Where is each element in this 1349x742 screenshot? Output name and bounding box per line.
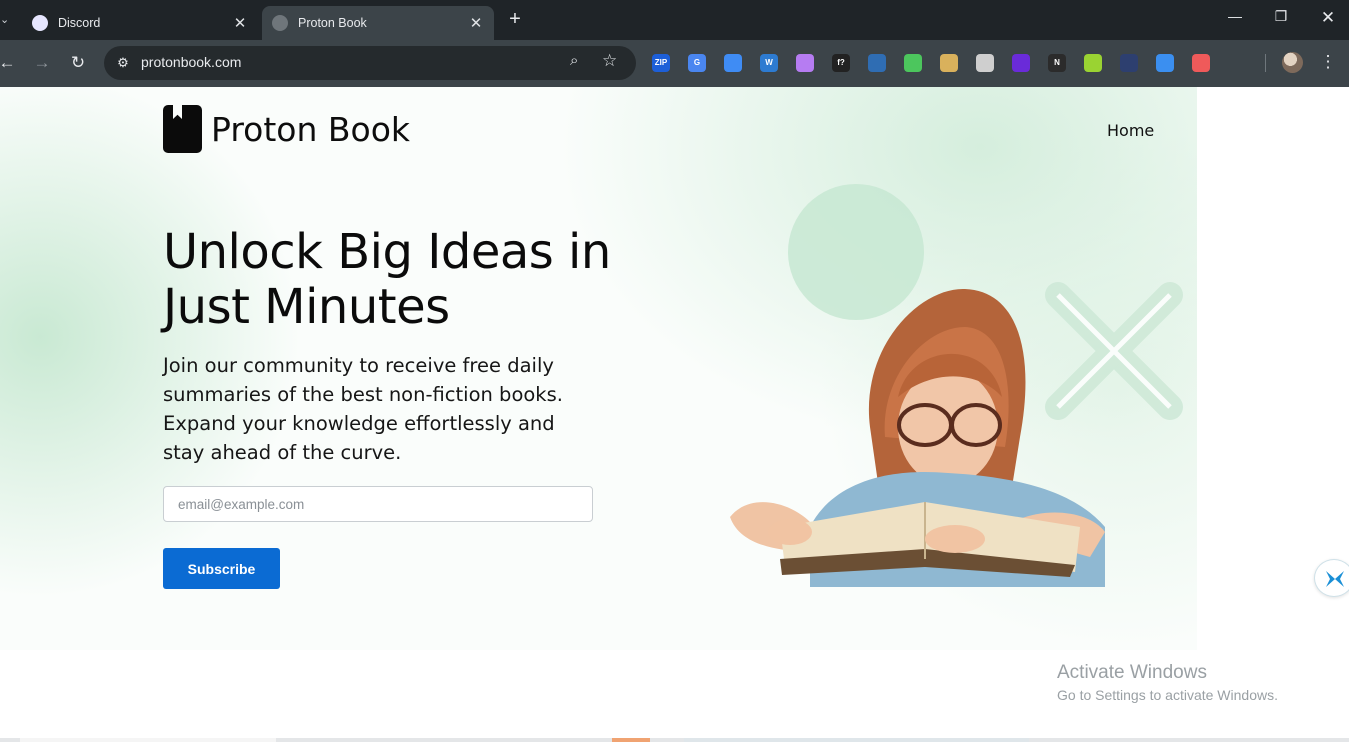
hero-section: Proton Book Home Unlock Big Ideas in Jus… xyxy=(0,87,1197,650)
minimize-icon[interactable]: — xyxy=(1220,8,1250,24)
camera-icon[interactable] xyxy=(976,54,994,72)
menu-dots-icon[interactable]: ⋮ xyxy=(1318,52,1338,72)
back-icon[interactable]: ← xyxy=(0,52,18,74)
windows-activation-watermark: Activate Windows Go to Settings to activ… xyxy=(1057,661,1278,705)
girl-reading-book-image xyxy=(730,288,1105,587)
zip-icon[interactable]: ZIP xyxy=(652,54,670,72)
pen-icon[interactable] xyxy=(796,54,814,72)
email-input[interactable] xyxy=(163,486,593,522)
url-text[interactable]: protonbook.com xyxy=(141,54,241,70)
green-ball-icon[interactable] xyxy=(904,54,922,72)
nav-home-link[interactable]: Home xyxy=(1107,121,1154,140)
close-icon[interactable]: ✕ xyxy=(232,14,248,32)
hero-subtext: Join our community to receive free daily… xyxy=(163,354,563,464)
formula-icon[interactable]: f? xyxy=(832,54,850,72)
puzzle-icon[interactable] xyxy=(1228,54,1246,72)
web-page: Proton Book Home Unlock Big Ideas in Jus… xyxy=(0,87,1349,742)
discord-favicon-icon xyxy=(32,15,48,31)
gem-icon[interactable] xyxy=(1012,54,1030,72)
activate-title: Activate Windows xyxy=(1057,662,1207,683)
hero-headline: Unlock Big Ideas in Just Minutes xyxy=(163,224,611,335)
wordpress-icon[interactable]: W xyxy=(760,54,778,72)
tab-title: Proton Book xyxy=(298,16,367,30)
tab-discord[interactable]: Discord ✕ xyxy=(22,6,258,40)
circle-target-icon[interactable] xyxy=(724,54,742,72)
globe-favicon-icon xyxy=(272,15,288,31)
brand-logo[interactable]: Proton Book xyxy=(163,105,410,153)
book-logo-icon xyxy=(163,105,202,153)
address-bar[interactable]: ⚙ protonbook.com ⌕ ☆ xyxy=(104,46,636,80)
butterfly-icon xyxy=(1326,571,1344,587)
site-settings-icon[interactable]: ⚙ xyxy=(114,54,132,72)
forward-icon[interactable]: → xyxy=(31,52,53,74)
activate-subtitle: Go to Settings to activate Windows. xyxy=(1057,687,1278,703)
translate-icon[interactable]: G xyxy=(688,54,706,72)
tab-proton-book[interactable]: Proton Book ✕ xyxy=(262,6,494,40)
reload-icon[interactable]: ↻ xyxy=(67,52,89,74)
close-icon[interactable]: ✕ xyxy=(468,14,484,32)
restore-icon[interactable]: ❐ xyxy=(1266,8,1296,25)
browser-tab-strip: ⌄ Discord ✕ Proton Book ✕ + — ❐ ✕ xyxy=(0,0,1349,40)
brand-name: Proton Book xyxy=(211,109,411,149)
color-ring-icon[interactable] xyxy=(1192,54,1210,72)
image-icon[interactable] xyxy=(940,54,958,72)
notion-icon[interactable]: N xyxy=(1048,54,1066,72)
subscribe-button[interactable]: Subscribe xyxy=(163,548,280,589)
globe-icon[interactable] xyxy=(868,54,886,72)
window-close-icon[interactable]: ✕ xyxy=(1313,8,1343,28)
floating-assistant-button[interactable] xyxy=(1314,559,1349,597)
below-fold-content-strip xyxy=(0,738,1349,742)
toolbar-divider xyxy=(1265,54,1266,72)
bookmark-star-icon[interactable]: ☆ xyxy=(602,51,617,71)
tab-search-chevron-icon[interactable]: ⌄ xyxy=(0,10,14,30)
robot-icon[interactable] xyxy=(1120,54,1138,72)
browser-toolbar: ← → ↻ ⚙ protonbook.com ⌕ ☆ ZIP G Wf? N ⋮ xyxy=(0,40,1349,87)
zoom-icon[interactable]: ⌕ xyxy=(570,52,578,69)
tab-title: Discord xyxy=(58,16,101,30)
new-tab-button[interactable]: + xyxy=(505,8,525,31)
profile-avatar[interactable] xyxy=(1282,52,1303,73)
bulb-icon[interactable] xyxy=(1084,54,1102,72)
download-icon[interactable] xyxy=(1156,54,1174,72)
